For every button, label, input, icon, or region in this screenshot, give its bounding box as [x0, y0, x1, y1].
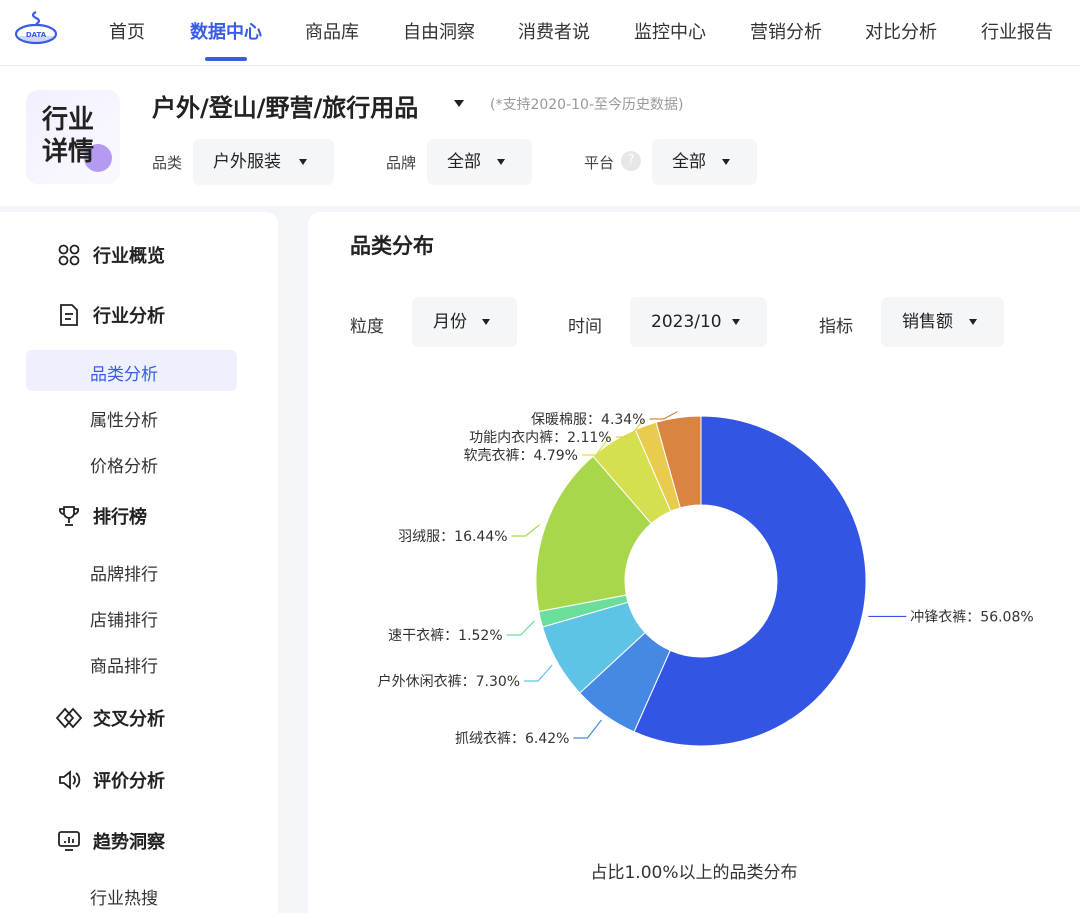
nav-item-industry-report[interactable]: 行业报告	[981, 18, 1053, 44]
badge-text: 行业 详情	[42, 105, 95, 167]
sidebar-item-ranking[interactable]: 排行榜	[56, 503, 147, 529]
sidebar-item-store-ranking[interactable]: 店铺排行	[90, 606, 158, 631]
caret-down-icon	[299, 159, 307, 165]
industry-dropdown-caret-icon[interactable]	[454, 100, 464, 107]
slice-label: 速干衣裤：1.52%	[388, 628, 502, 644]
caret-down-icon	[722, 159, 730, 165]
platform-filter-select[interactable]: 全部	[652, 139, 757, 185]
caret-down-icon	[497, 159, 505, 165]
leader-line	[506, 620, 536, 636]
chart-caption: 占比1.00%以上的品类分布	[590, 863, 798, 883]
caret-down-icon	[732, 319, 740, 325]
grid-icon	[56, 242, 82, 268]
section-title: 品类分布	[350, 234, 434, 258]
history-note: (*支持2020-10-至今历史数据)	[490, 97, 684, 113]
granularity-value: 月份	[433, 312, 467, 332]
category-filter-value: 户外服装	[213, 152, 281, 172]
nav-item-data-center[interactable]: 数据中心	[190, 18, 262, 44]
leader-line	[511, 524, 540, 537]
monitor-chart-icon	[56, 828, 82, 854]
nav-item-compare-analysis[interactable]: 对比分析	[865, 18, 937, 44]
sidebar-item-attribute-analysis[interactable]: 属性分析	[90, 406, 158, 431]
sidebar-item-category-analysis[interactable]: 品类分析	[90, 360, 158, 385]
sidebar-item-label: 交叉分析	[93, 709, 165, 730]
sidebar: 行业概览 行业分析 品类分析 属性分析 价格分析 排行榜 品牌排行 店铺排行 商…	[0, 212, 278, 913]
sidebar-item-trend-insight[interactable]: 趋势洞察	[56, 828, 165, 854]
leader-line	[573, 719, 602, 739]
trophy-icon	[56, 503, 82, 529]
brand-filter-value: 全部	[447, 152, 481, 172]
platform-filter-label: 平台	[584, 154, 615, 172]
granularity-label: 粒度	[350, 317, 384, 337]
granularity-select[interactable]: 月份	[412, 297, 517, 347]
category-filter-select[interactable]: 户外服装	[193, 139, 334, 185]
sidebar-item-industry-analysis[interactable]: 行业分析	[56, 302, 165, 328]
nav-item-consumer-voice[interactable]: 消费者说	[518, 18, 590, 44]
slice-label: 抓绒衣裤：6.42%	[455, 731, 569, 747]
nav-item-product-library[interactable]: 商品库	[305, 18, 359, 44]
industry-title[interactable]: 户外/登山/野营/旅行用品	[152, 88, 418, 123]
top-nav: DATA 首页 数据中心 商品库 自由洞察 消费者说 监控中心 营销分析 对比分…	[0, 0, 1080, 66]
slice-label: 羽绒服：16.44%	[398, 529, 507, 545]
data-logo-icon[interactable]: DATA	[14, 10, 60, 50]
brand-filter-label: 品牌	[386, 154, 417, 172]
sidebar-item-label: 行业分析	[93, 306, 165, 327]
time-value: 2023/10	[651, 312, 722, 332]
slice-label: 功能内衣内裤：2.11%	[469, 430, 611, 446]
nav-item-marketing-analysis[interactable]: 营销分析	[750, 18, 822, 44]
time-select[interactable]: 2023/10	[630, 297, 767, 347]
category-distribution-donut-chart: 冲锋衣裤：56.08% 抓绒衣裤：6.42% 户外休闲衣裤：7.30% 速干衣裤：1.…	[378, 411, 1034, 747]
sidebar-item-overview[interactable]: 行业概览	[56, 242, 165, 268]
time-label: 时间	[568, 317, 602, 337]
sidebar-item-price-analysis[interactable]: 价格分析	[90, 452, 158, 477]
sidebar-item-label: 行业概览	[93, 246, 165, 267]
main-panel: 品类分布 粒度 月份 时间 2023/10 指标 销售额 冲锋衣裤：56.08%…	[308, 212, 1080, 913]
slice-label: 软壳衣裤：4.79%	[463, 447, 577, 464]
sidebar-item-product-ranking[interactable]: 商品排行	[90, 652, 158, 677]
logo-text: DATA	[26, 31, 47, 39]
sidebar-item-review-analysis[interactable]: 评价分析	[56, 767, 165, 793]
leader-line	[524, 664, 553, 682]
nav-item-home[interactable]: 首页	[109, 18, 145, 44]
cross-diamond-icon	[56, 705, 82, 731]
nav-item-monitor-center[interactable]: 监控中心	[634, 18, 706, 44]
brand-filter-select[interactable]: 全部	[427, 139, 532, 185]
sidebar-item-industry-hot-search[interactable]: 行业热搜	[90, 884, 158, 909]
industry-detail-badge: 行业 详情	[26, 90, 120, 184]
sidebar-item-label: 评价分析	[93, 771, 165, 792]
slice-label: 户外休闲衣裤：7.30%	[378, 673, 520, 690]
platform-filter-value: 全部	[672, 152, 706, 172]
nav-active-underline	[205, 57, 247, 61]
slice-label: 保暖棉服：4.34%	[531, 411, 645, 428]
nav-item-free-insight[interactable]: 自由洞察	[403, 18, 475, 44]
metric-select[interactable]: 销售额	[881, 297, 1004, 347]
metric-value: 销售额	[902, 312, 953, 332]
document-icon	[56, 302, 82, 328]
category-filter-label: 品类	[152, 154, 183, 172]
caret-down-icon	[969, 319, 977, 325]
sidebar-item-label: 趋势洞察	[93, 832, 165, 853]
speaker-icon	[56, 767, 82, 793]
caret-down-icon	[482, 319, 490, 325]
help-icon[interactable]: ?	[621, 151, 641, 171]
slice-label: 冲锋衣裤：56.08%	[910, 609, 1033, 625]
sidebar-item-label: 排行榜	[93, 507, 147, 528]
metric-label: 指标	[819, 317, 853, 337]
sidebar-item-cross-analysis[interactable]: 交叉分析	[56, 705, 165, 731]
sidebar-item-brand-ranking[interactable]: 品牌排行	[90, 560, 158, 585]
industry-header: 行业 详情 户外/登山/野营/旅行用品 (*支持2020-10-至今历史数据) …	[0, 66, 1080, 206]
